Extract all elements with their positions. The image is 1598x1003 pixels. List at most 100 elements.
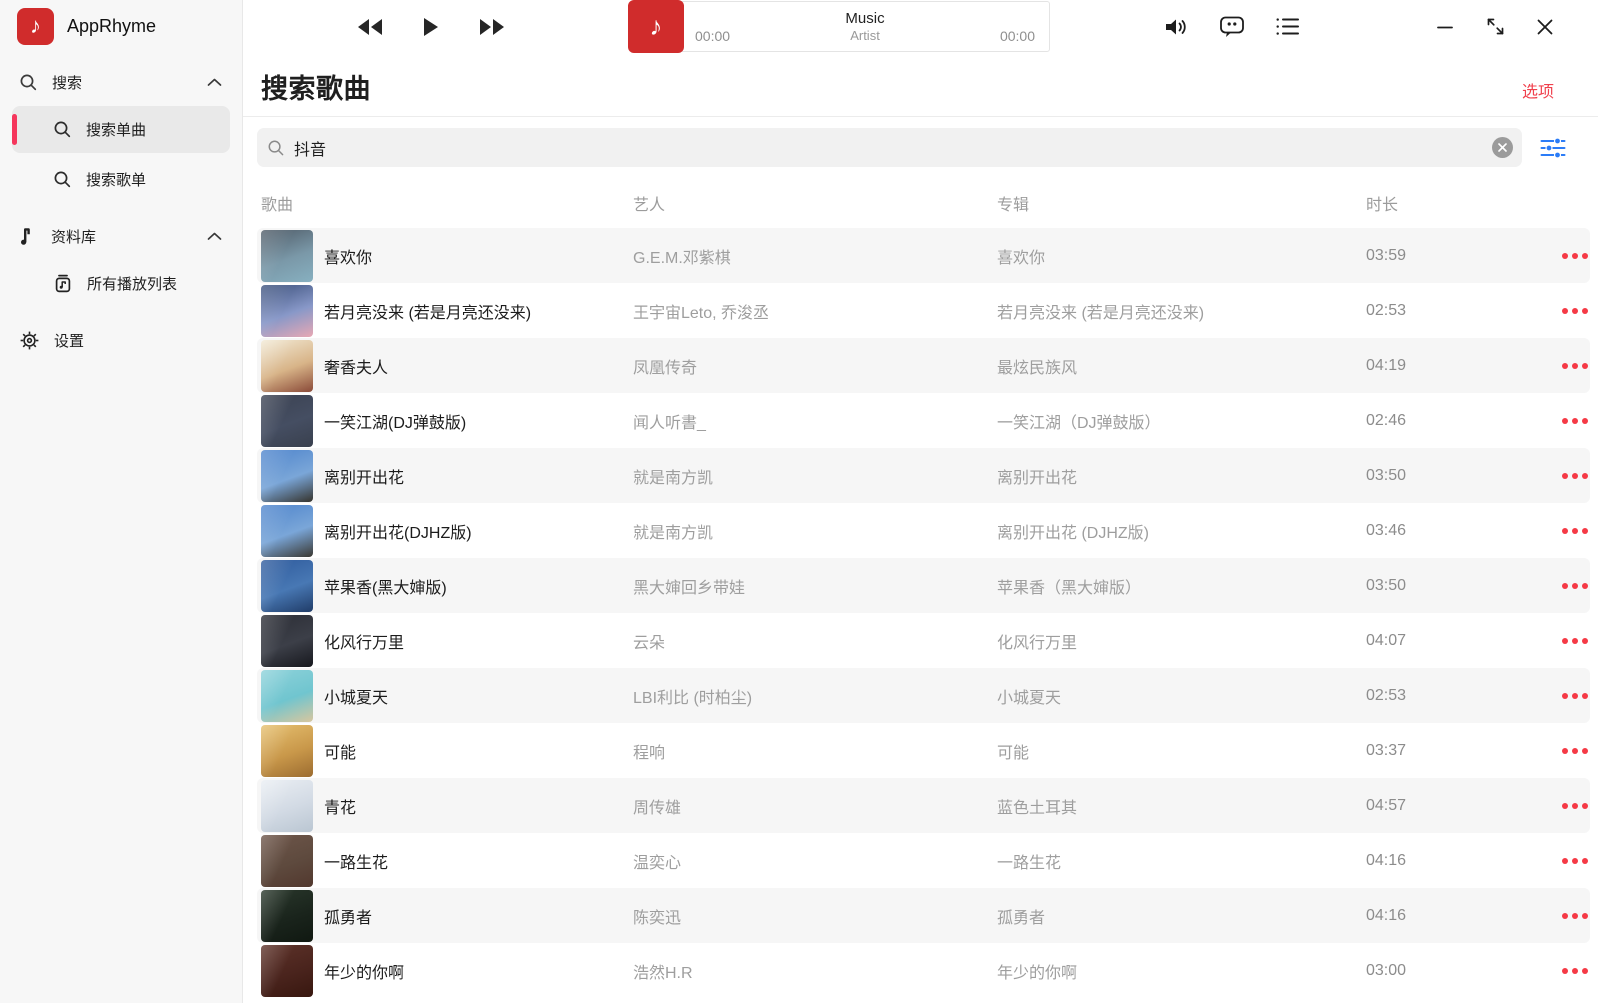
song-artist: 王宇宙Leto, 乔浚丞 [633,304,770,322]
row-menu-button[interactable] [1544,300,1590,322]
table-row[interactable]: 年少的你啊 浩然H.R 年少的你啊 03:00 [257,943,1590,998]
clear-search-icon[interactable] [1492,137,1513,158]
song-duration: 03:50 [1366,466,1407,484]
sidebar-item-settings[interactable]: 设置 [0,319,242,361]
song-title: 可能 [324,744,357,762]
row-menu-button[interactable] [1544,960,1590,982]
row-menu-button[interactable] [1544,850,1590,872]
chevron-up-icon[interactable] [207,232,222,241]
search-input[interactable] [294,138,1486,157]
volume-button[interactable] [1161,11,1193,43]
table-row[interactable]: 小城夏天 LBI利比 (时柏尘) 小城夏天 02:53 [257,668,1590,723]
table-row[interactable]: 离别开出花 就是南方凯 离别开出花 03:50 [257,448,1590,503]
album-art-thumbnail [261,339,313,392]
table-row[interactable]: 一路生花 温奕心 一路生花 04:16 [257,833,1590,888]
row-menu-button[interactable] [1544,355,1590,377]
album-art-thumbnail [261,229,313,282]
transport-controls [355,0,507,53]
table-row[interactable]: 若月亮没来 (若是月亮还没来) 王宇宙Leto, 乔浚丞 若月亮没来 (若是月亮… [257,283,1590,338]
app-window: ♪ AppRhyme 搜索 搜索单曲 搜索歌单 资料库 所有播放列表 设置 ♪ … [0,0,1598,1003]
row-menu-button[interactable] [1544,905,1590,927]
table-row[interactable]: 孤勇者 陈奕迅 孤勇者 04:16 [257,888,1590,943]
table-row[interactable]: 化风行万里 云朵 化风行万里 04:07 [257,613,1590,668]
sidebar-group-library-label: 资料库 [51,228,97,246]
album-art-thumbnail [261,559,313,612]
song-title: 年少的你啊 [324,964,405,982]
row-menu-button[interactable] [1544,245,1590,267]
main-area: ♪ Music Artist 00:00 00:00 搜索歌曲 选项 抖音 歌曲… [243,0,1598,1003]
row-menu-button[interactable] [1544,520,1590,542]
song-table-header: 歌曲 艺人 专辑 时长 [257,178,1590,228]
song-artist: 就是南方凯 [633,469,714,487]
song-duration: 02:53 [1366,686,1407,704]
album-art-thumbnail [261,779,313,832]
options-link[interactable]: 选项 [1522,78,1554,106]
minimize-button[interactable] [1434,16,1456,38]
song-artist: LBI利比 (时柏尘) [633,689,753,707]
song-artist: 程响 [633,744,666,762]
now-playing-art: ♪ [628,0,684,53]
song-album: 若月亮没来 (若是月亮还没来) [997,304,1205,322]
song-duration: 02:53 [1366,301,1407,319]
elapsed-time: 00:00 [695,28,731,44]
song-title: 离别开出花 [324,469,405,487]
lyrics-button[interactable] [1216,11,1248,43]
sidebar-item-label: 搜索歌单 [86,172,147,189]
sidebar-item-all-playlists[interactable]: 所有播放列表 [12,260,230,307]
song-title: 小城夏天 [324,689,389,707]
table-row[interactable]: 喜欢你 G.E.M.邓紫棋 喜欢你 03:59 [257,228,1590,283]
album-art-thumbnail [261,284,313,337]
search-row [243,117,1598,177]
table-row[interactable]: 可能 程响 可能 03:37 [257,723,1590,778]
row-menu-button[interactable] [1544,685,1590,707]
table-row[interactable]: 苹果香(黑大婶版) 黑大婶回乡带娃 苹果香（黑大婶版） 03:50 [257,558,1590,613]
search-box[interactable] [257,128,1522,167]
sidebar-item-label: 所有播放列表 [87,276,178,293]
song-title: 青花 [324,799,357,817]
sidebar: ♪ AppRhyme 搜索 搜索单曲 搜索歌单 资料库 所有播放列表 设置 [0,0,243,1003]
song-table-body: 喜欢你 G.E.M.邓紫棋 喜欢你 03:59 若月亮没来 (若是月亮还没来) … [243,228,1598,998]
play-button[interactable] [416,12,446,42]
row-menu-button[interactable] [1544,795,1590,817]
row-menu-button[interactable] [1544,630,1590,652]
sidebar-item-search-playlist[interactable]: 搜索歌单 [12,156,230,203]
row-menu-button[interactable] [1544,740,1590,762]
chevron-up-icon[interactable] [207,78,222,87]
song-album: 蓝色土耳其 [997,799,1078,817]
page-header: 搜索歌曲 选项 [243,53,1598,117]
column-header-album: 专辑 [997,197,1030,214]
previous-track-button[interactable] [355,12,385,42]
row-menu-button[interactable] [1544,410,1590,432]
page-title: 搜索歌曲 [261,74,371,104]
album-art-thumbnail [261,449,313,502]
song-duration: 03:00 [1366,961,1407,979]
sidebar-item-label: 搜索单曲 [86,122,147,139]
song-artist: 浩然H.R [633,964,693,982]
search-filter-icon[interactable] [1540,135,1566,161]
album-art-thumbnail [261,724,313,777]
song-duration: 04:57 [1366,796,1407,814]
close-button[interactable] [1534,16,1556,38]
sidebar-group-library[interactable]: 资料库 [0,215,242,257]
table-row[interactable]: 青花 周传雄 蓝色土耳其 04:57 [257,778,1590,833]
table-row[interactable]: 一笑江湖(DJ弹鼓版) 闻人听書_ 一笑江湖（DJ弹鼓版） 02:46 [257,393,1590,448]
now-playing-artist: Artist [850,27,880,43]
maximize-button[interactable] [1484,16,1506,38]
sidebar-group-search[interactable]: 搜索 [0,61,242,103]
row-menu-button[interactable] [1544,465,1590,487]
column-header-duration: 时长 [1366,197,1399,214]
song-artist: 就是南方凯 [633,524,714,542]
sidebar-item-search-song[interactable]: 搜索单曲 [12,106,230,153]
next-track-button[interactable] [477,12,507,42]
play-queue-button[interactable] [1271,11,1303,43]
song-album: 最炫民族风 [997,359,1078,377]
now-playing-title: Music [845,9,885,27]
table-row[interactable]: 奢香夫人 凤凰传奇 最炫民族风 04:19 [257,338,1590,393]
search-icon [53,170,72,189]
song-duration: 04:19 [1366,356,1407,374]
song-artist: 云朵 [633,634,666,652]
table-row[interactable]: 离别开出花(DJHZ版) 就是南方凯 离别开出花 (DJHZ版) 03:46 [257,503,1590,558]
song-title: 化风行万里 [324,634,405,652]
song-duration: 02:46 [1366,411,1407,429]
row-menu-button[interactable] [1544,575,1590,597]
